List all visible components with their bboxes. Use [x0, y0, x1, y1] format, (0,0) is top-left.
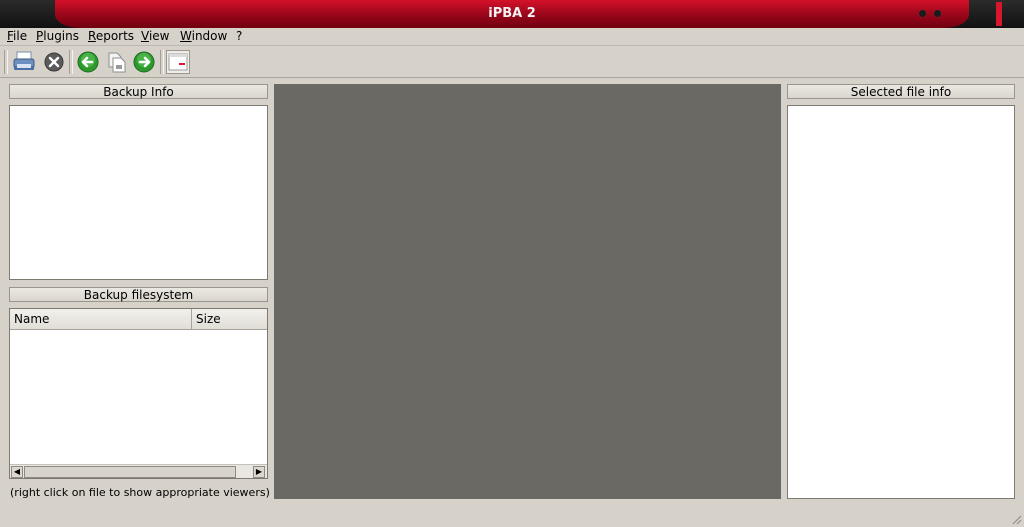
stop-button[interactable]	[42, 50, 66, 74]
close-circle-icon	[44, 52, 64, 72]
viewer-area[interactable]	[274, 84, 781, 499]
maximize-button[interactable]	[934, 10, 941, 17]
menu-reports-mnemonic: R	[88, 29, 96, 43]
horizontal-scrollbar[interactable]: ◀ ▶	[10, 464, 267, 478]
column-header-size[interactable]: Size	[192, 309, 267, 330]
menu-plugins-label: lugins	[43, 29, 79, 43]
print-button[interactable]	[12, 50, 36, 74]
title-bar[interactable]: iPBA 2	[0, 0, 1024, 28]
window-title: iPBA 2	[488, 6, 536, 21]
back-button[interactable]	[76, 50, 100, 74]
menu-bar: File Plugins Reports View Window ?	[0, 28, 1024, 45]
menu-reports-label: eports	[95, 29, 135, 43]
menu-file-label: ile	[13, 29, 28, 43]
filesystem-hint: (right click on file to show appropriate…	[10, 486, 270, 499]
backup-filesystem-header[interactable]: Backup filesystem	[9, 287, 268, 302]
toolbar-grip[interactable]	[4, 50, 8, 74]
toolbar-separator-2	[160, 50, 164, 74]
arrow-right-icon	[133, 51, 155, 73]
minimize-button[interactable]	[919, 10, 926, 17]
toolbar	[0, 45, 1024, 78]
close-button[interactable]	[996, 2, 1002, 26]
scrollbar-thumb[interactable]	[24, 466, 236, 478]
menu-view-mnemonic: V	[141, 29, 149, 43]
menu-window-mnemonic: W	[180, 29, 192, 43]
menu-window-label: indow	[191, 29, 228, 43]
scroll-left-button[interactable]: ◀	[11, 466, 23, 478]
column-header-name[interactable]: Name	[10, 309, 192, 330]
toggle-panel-button[interactable]	[166, 50, 190, 74]
arrow-left-icon	[77, 51, 99, 73]
backup-info-panel[interactable]	[9, 105, 268, 280]
resize-grip[interactable]	[1010, 513, 1022, 525]
filesystem-tree[interactable]: Name Size ◀ ▶	[9, 308, 268, 479]
selected-file-info-header[interactable]: Selected file info	[787, 84, 1015, 99]
menu-view[interactable]: View	[141, 29, 169, 44]
printer-icon	[12, 51, 36, 73]
menu-file[interactable]: File	[7, 29, 27, 44]
menu-help[interactable]: ?	[236, 29, 242, 44]
backup-info-header[interactable]: Backup Info	[9, 84, 268, 99]
scroll-right-button[interactable]: ▶	[253, 466, 265, 478]
menu-reports[interactable]: Reports	[88, 29, 134, 44]
file-button[interactable]	[104, 50, 128, 74]
selected-file-info-panel[interactable]	[787, 105, 1015, 499]
menu-plugins[interactable]: Plugins	[36, 29, 79, 44]
document-icon	[105, 51, 127, 73]
menu-window[interactable]: Window	[180, 29, 227, 44]
main-window: iPBA 2 File Plugins Reports View Window …	[0, 0, 1024, 527]
menu-view-label: iew	[148, 29, 170, 43]
toolbar-separator-1	[69, 50, 73, 74]
forward-button[interactable]	[132, 50, 156, 74]
window-panel-icon	[168, 53, 188, 71]
menu-help-label: ?	[236, 29, 243, 43]
